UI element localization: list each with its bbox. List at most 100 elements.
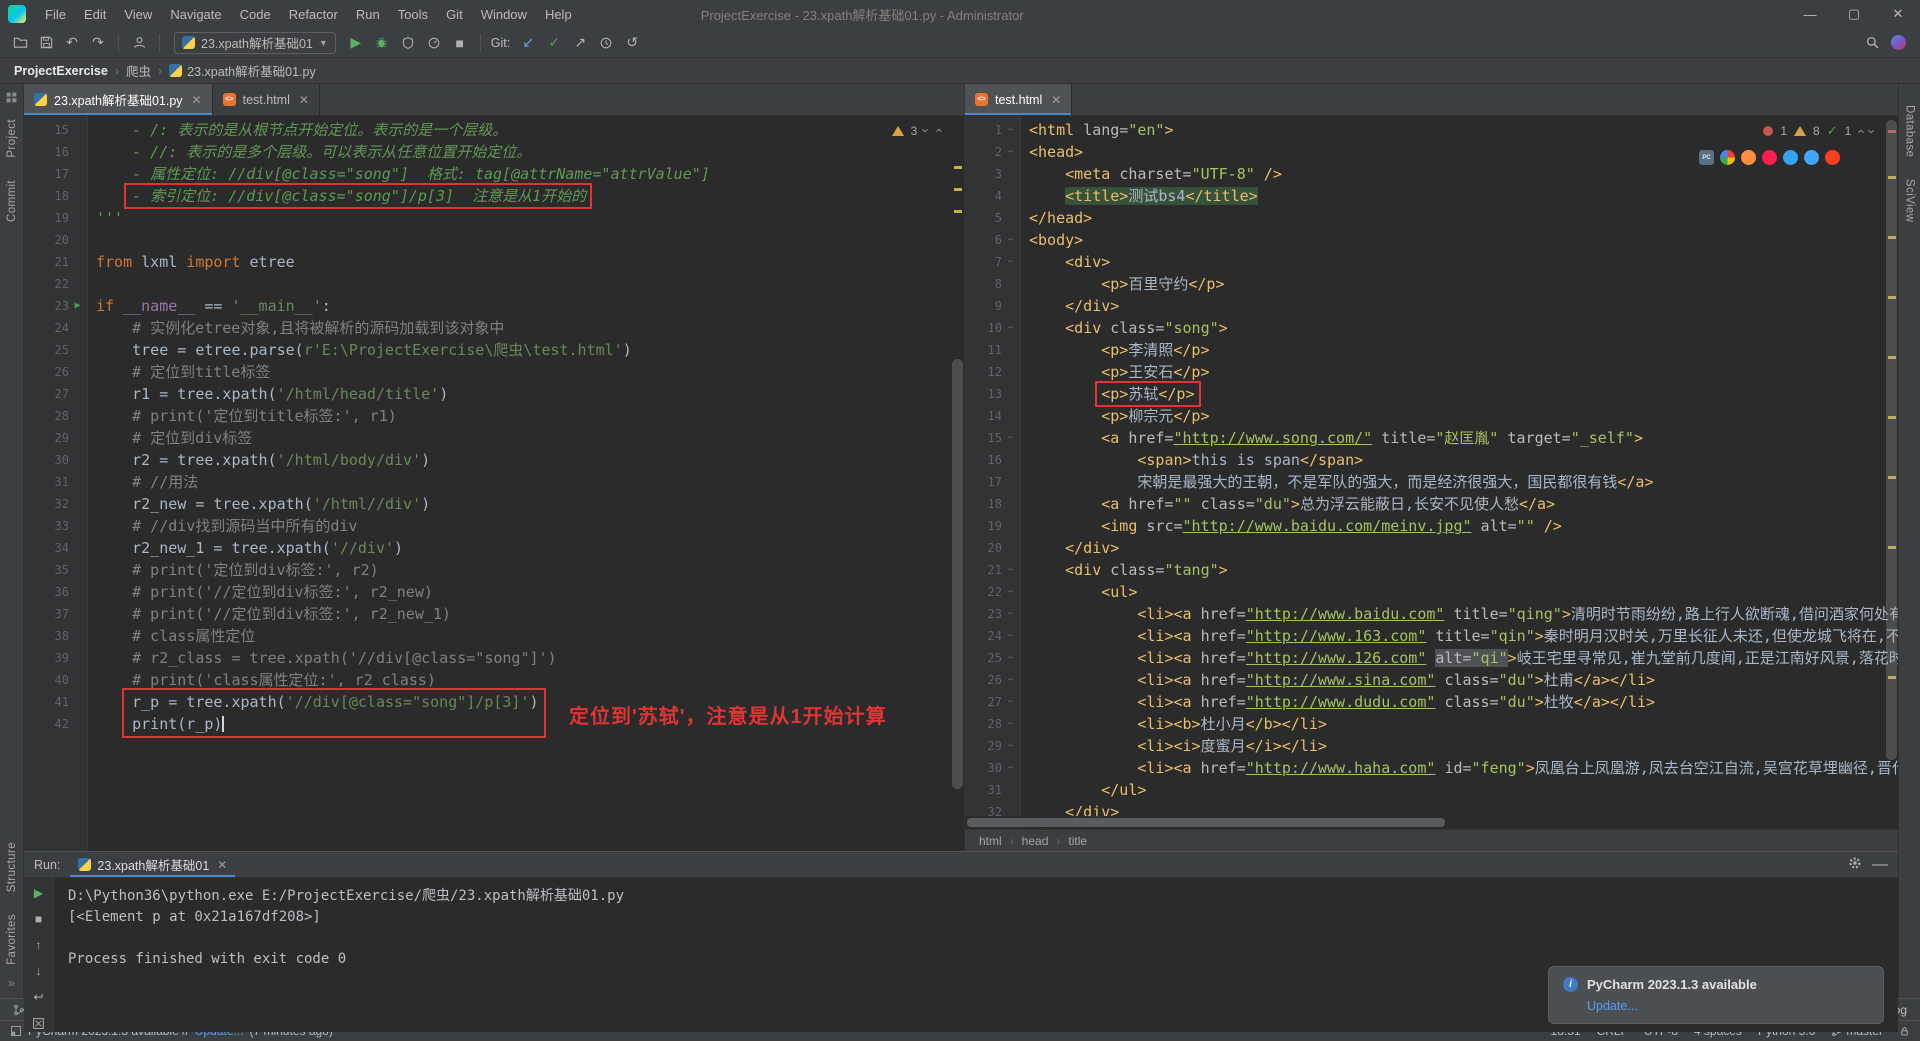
rerun-button[interactable]: ▶	[30, 884, 48, 902]
breadcrumb-title[interactable]: title	[1068, 834, 1087, 848]
stripe-structure[interactable]: Structure	[6, 842, 18, 892]
run-tab[interactable]: 23.xpath解析基础01 ✕	[70, 852, 235, 877]
code-line[interactable]: 5 </head>	[965, 207, 1898, 229]
gutter[interactable]: 6−	[965, 229, 1021, 251]
vertical-scrollbar[interactable]	[952, 359, 963, 789]
fold-icon[interactable]: −	[1005, 647, 1016, 669]
fold-icon[interactable]: −	[1005, 119, 1016, 141]
gutter[interactable]: 26	[24, 361, 88, 383]
menu-view[interactable]: View	[115, 4, 161, 25]
pc-browser-icon[interactable]: PC	[1699, 150, 1714, 165]
git-commit-button[interactable]: ✓	[542, 31, 566, 55]
gutter[interactable]: 25	[24, 339, 88, 361]
fold-icon[interactable]: −	[1005, 691, 1016, 713]
code-line[interactable]: 40 # print('class属性定位:', r2_class)	[24, 669, 964, 691]
gutter[interactable]: 38	[24, 625, 88, 647]
gutter[interactable]: 4	[965, 185, 1021, 207]
code-line[interactable]: 18 <a href="" class="du">总为浮云能蔽日,长安不见使人愁…	[965, 493, 1898, 515]
code-line[interactable]: 29− <li><i>度蜜月</i></li>	[965, 735, 1898, 757]
code-line[interactable]: 26 # 定位到title标签	[24, 361, 964, 383]
code-line[interactable]: 23− <li><a href="http://www.baidu.com" t…	[965, 603, 1898, 625]
git-update-button[interactable]: ↙	[516, 31, 540, 55]
close-tab-icon[interactable]: ✕	[1051, 93, 1061, 107]
yandex-browser-icon[interactable]	[1825, 150, 1840, 165]
code-line[interactable]: 34 r2_new_1 = tree.xpath('//div')	[24, 537, 964, 559]
code-line[interactable]: 31 # //用法	[24, 471, 964, 493]
search-everywhere-icon[interactable]	[1860, 31, 1884, 55]
minimize-icon[interactable]: —	[1788, 0, 1832, 28]
stop-button[interactable]: ■	[448, 31, 472, 55]
warning-stripe-mark[interactable]	[954, 166, 962, 169]
horizontal-scrollbar[interactable]	[965, 816, 1884, 829]
soft-wrap-icon[interactable]: ↩	[30, 988, 48, 1006]
settings-sync-icon[interactable]	[1886, 31, 1910, 55]
safari-browser-icon[interactable]	[1804, 150, 1819, 165]
gutter[interactable]: 17	[24, 163, 88, 185]
gutter[interactable]: 1−	[965, 119, 1021, 141]
gutter[interactable]: 9	[965, 295, 1021, 317]
toolwindow-switcher-icon[interactable]	[5, 91, 18, 104]
gutter[interactable]: 34	[24, 537, 88, 559]
menu-code[interactable]: Code	[231, 4, 280, 25]
scrollbar-thumb[interactable]	[967, 818, 1445, 827]
code-line[interactable]: 25 tree = etree.parse(r'E:\ProjectExerci…	[24, 339, 964, 361]
code-line[interactable]: 9 </div>	[965, 295, 1898, 317]
run-line-icon[interactable]: ▶	[72, 295, 83, 317]
menu-help[interactable]: Help	[536, 4, 581, 25]
redo-icon[interactable]: ↷	[86, 31, 110, 55]
gutter[interactable]: 31	[965, 779, 1021, 801]
gutter[interactable]: 31	[24, 471, 88, 493]
menu-window[interactable]: Window	[472, 4, 536, 25]
gutter[interactable]: 8	[965, 273, 1021, 295]
update-link[interactable]: Update...	[1587, 999, 1869, 1013]
code-line[interactable]: 28− <li><b>杜小月</b></li>	[965, 713, 1898, 735]
tab-test-html-right[interactable]: <> test.html ✕	[965, 84, 1073, 115]
gutter[interactable]: 32	[24, 493, 88, 515]
code-line[interactable]: 1− <html lang="en">	[965, 119, 1898, 141]
gutter[interactable]: 30−	[965, 757, 1021, 779]
code-line[interactable]: 24− <li><a href="http://www.163.com" tit…	[965, 625, 1898, 647]
code-line[interactable]: 39 # r2_class = tree.xpath('//div[@class…	[24, 647, 964, 669]
fold-icon[interactable]: −	[1005, 427, 1016, 449]
code-line[interactable]: 10− <div class="song">	[965, 317, 1898, 339]
fold-icon[interactable]: −	[1005, 625, 1016, 647]
warning-stripe-mark[interactable]	[954, 210, 962, 213]
vertical-scrollbar[interactable]	[1886, 120, 1897, 760]
code-line[interactable]: 23 ▶ if __name__ == '__main__':	[24, 295, 964, 317]
stripe-project[interactable]: Project	[6, 119, 18, 158]
gutter[interactable]: 23−	[965, 603, 1021, 625]
code-line[interactable]: 21 from lxml import etree	[24, 251, 964, 273]
gutter[interactable]: 5	[965, 207, 1021, 229]
maximize-icon[interactable]: ▢	[1832, 0, 1876, 28]
code-line[interactable]: 26− <li><a href="http://www.sina.com" cl…	[965, 669, 1898, 691]
gutter[interactable]: 3	[965, 163, 1021, 185]
code-line[interactable]: 16 - //: 表示的是多个层级。可以表示从任意位置开始定位。	[24, 141, 964, 163]
code-line[interactable]: 27 r1 = tree.xpath('/html/head/title')	[24, 383, 964, 405]
open-icon[interactable]	[8, 31, 32, 55]
tab-test-html[interactable]: <> test.html ✕	[213, 84, 320, 115]
gutter[interactable]: 22	[24, 273, 88, 295]
gutter[interactable]: 15−	[965, 427, 1021, 449]
git-rollback-button[interactable]: ↺	[620, 31, 644, 55]
code-line[interactable]: 8 <p>百里守约</p>	[965, 273, 1898, 295]
profiler-button[interactable]	[422, 31, 446, 55]
gutter[interactable]: 14	[965, 405, 1021, 427]
code-line[interactable]: 19 '''	[24, 207, 964, 229]
gutter[interactable]: 24−	[965, 625, 1021, 647]
gutter[interactable]: 40	[24, 669, 88, 691]
down-stack-icon[interactable]: ↓	[30, 962, 48, 980]
tab-python-file[interactable]: 23.xpath解析基础01.py ✕	[24, 84, 213, 115]
stripe-database[interactable]: Database	[1904, 105, 1916, 157]
code-line[interactable]: 20 </div>	[965, 537, 1898, 559]
code-line[interactable]: 4 <title>测试bs4</title>	[965, 185, 1898, 207]
firefox-browser-icon[interactable]	[1741, 150, 1756, 165]
menu-edit[interactable]: Edit	[75, 4, 115, 25]
stop-button[interactable]: ■	[30, 910, 48, 928]
gutter[interactable]: 16	[965, 449, 1021, 471]
code-line[interactable]: 33 # //div找到源码当中所有的div	[24, 515, 964, 537]
gutter[interactable]: 12	[965, 361, 1021, 383]
code-line[interactable]: 20	[24, 229, 964, 251]
run-config-select[interactable]: 23.xpath解析基础01 ▼	[174, 31, 336, 54]
code-line[interactable]: 22− <ul>	[965, 581, 1898, 603]
more-toolwindows-icon[interactable]: »	[8, 976, 15, 990]
